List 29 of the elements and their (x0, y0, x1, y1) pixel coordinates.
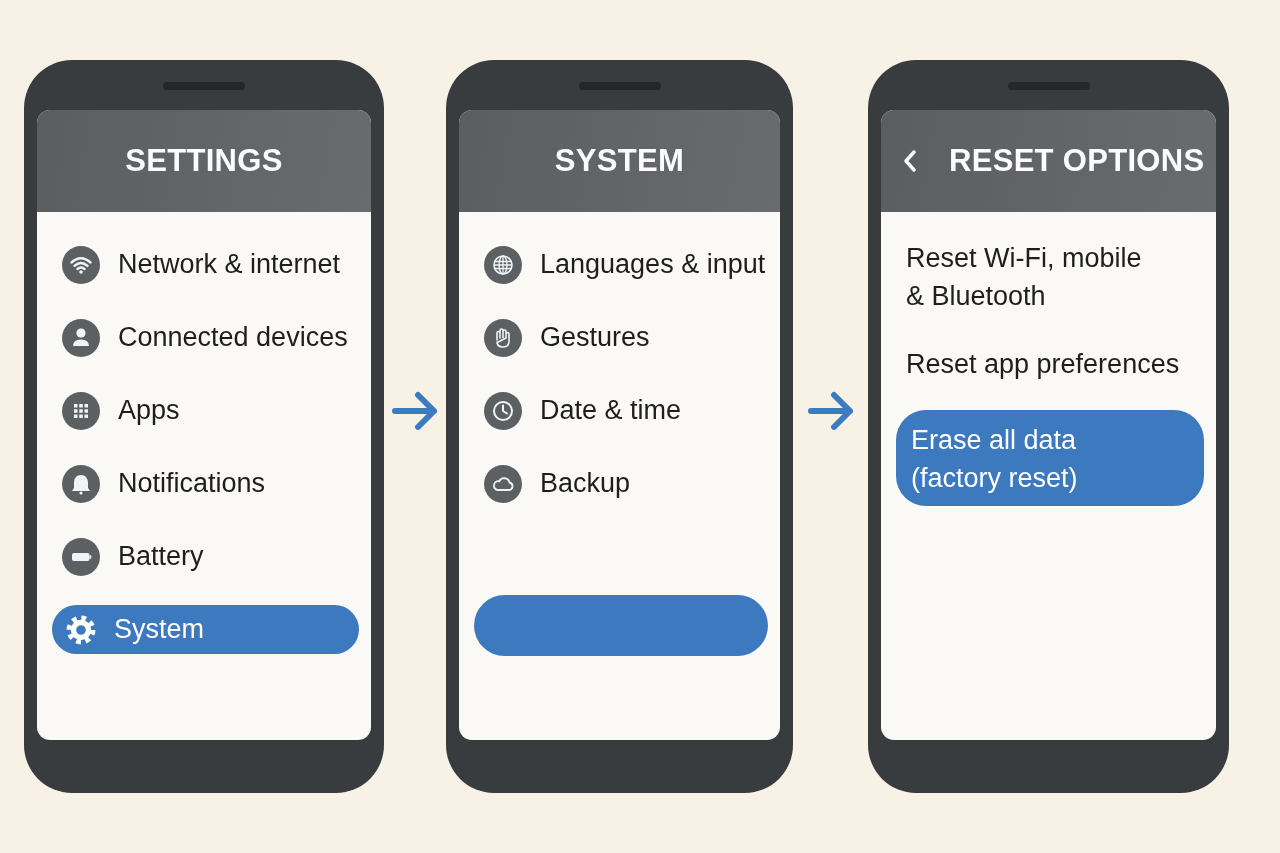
menu-item[interactable]: Languages & input (474, 240, 768, 289)
battery-icon (62, 537, 100, 576)
gear-icon (66, 614, 96, 645)
menu-item[interactable]: Date & time (474, 386, 768, 435)
screen-title: RESET OPTIONS (949, 143, 1205, 179)
arrow-icon (807, 391, 854, 431)
back-icon[interactable] (904, 150, 916, 172)
hand-icon (484, 318, 522, 357)
grid-icon (62, 391, 100, 430)
menu-item[interactable]: Erase all data (factory reset) (896, 410, 1204, 506)
menu-item[interactable]: Apps (52, 386, 359, 435)
menu-item[interactable]: Reset Wi-Fi, mobile & Bluetooth (896, 236, 1204, 318)
menu-item[interactable]: Connected devices (52, 313, 359, 362)
bell-icon (62, 464, 100, 503)
globe-icon (484, 245, 522, 284)
menu-item[interactable]: Battery (52, 532, 359, 581)
screen-title: SYSTEM (554, 143, 685, 179)
menu-item[interactable]: Backup (474, 459, 768, 508)
person-icon (62, 318, 100, 357)
menu-item[interactable]: Network & internet (52, 240, 359, 289)
cloud-icon (484, 464, 522, 503)
clock-icon (484, 391, 522, 430)
screen-title: SETTINGS (125, 143, 283, 179)
arrow-icon (392, 391, 438, 431)
menu-item[interactable]: Gestures (474, 313, 768, 362)
menu-item[interactable]: Reset app preferences (896, 342, 1204, 386)
menu-item[interactable]: Notifications (52, 459, 359, 508)
menu-item[interactable]: System (52, 605, 359, 654)
wifi-icon (62, 245, 100, 284)
